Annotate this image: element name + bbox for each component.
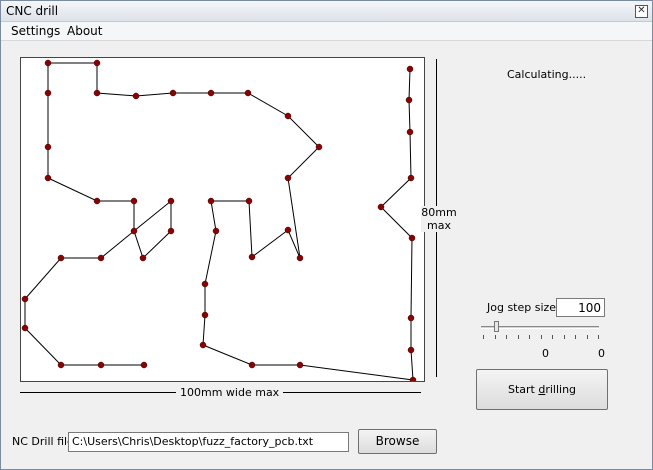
drill-hole [93, 59, 101, 67]
menu-settings[interactable]: Settings [11, 24, 60, 38]
slider-tick [517, 335, 519, 339]
drill-hole [407, 346, 415, 354]
height-label-line2: max [427, 219, 451, 232]
drill-hole [248, 253, 256, 261]
drill-hole [167, 197, 175, 205]
drill-hole [199, 341, 207, 349]
close-button[interactable]: ✕ [635, 5, 648, 18]
drill-hole [167, 227, 175, 235]
drill-hole [44, 89, 52, 97]
drill-preview-canvas[interactable] [20, 57, 425, 382]
close-icon: ✕ [637, 5, 646, 16]
app-window: CNC drill ✕ Settings About Calculating..… [0, 0, 653, 470]
drill-hole [212, 227, 220, 235]
drill-hole [284, 226, 292, 234]
slider-min-label: 0 [542, 347, 549, 360]
drill-hole [130, 197, 138, 205]
drill-hole [97, 361, 105, 369]
drill-hole [207, 197, 215, 205]
jog-step-label: Jog step size [487, 301, 557, 314]
drill-hole [284, 174, 292, 182]
width-dimension-label: 100mm wide max [176, 386, 284, 399]
drill-hole [57, 361, 65, 369]
drill-path-plot [21, 59, 417, 381]
slider-tick [494, 335, 496, 339]
height-dimension-label: 80mm max [421, 206, 457, 232]
slider-tick [598, 335, 599, 339]
drill-hole [248, 361, 256, 369]
drill-hole [284, 112, 292, 120]
drill-hole [405, 96, 413, 104]
height-label-line1: 80mm [421, 206, 457, 219]
drill-hole [21, 324, 29, 332]
drill-hole [44, 174, 52, 182]
slider-tick [563, 335, 565, 339]
drill-hole [97, 254, 105, 262]
drill-hole [21, 295, 29, 303]
drill-hole [169, 89, 177, 97]
drill-hole [207, 89, 215, 97]
slider-max-label: 0 [598, 347, 605, 360]
slider-tick [483, 335, 484, 339]
drill-hole [44, 59, 52, 67]
jog-slider-thumb[interactable] [494, 321, 499, 332]
drill-hole [132, 92, 140, 100]
drill-hole [201, 280, 209, 288]
drill-hole [406, 128, 414, 136]
slider-tick [575, 335, 576, 339]
drill-hole [406, 65, 414, 73]
menu-about[interactable]: About [67, 24, 102, 38]
slider-tick [506, 335, 507, 339]
nc-file-path-input[interactable]: C:\Users\Chris\Desktop\fuzz_factory_pcb.… [68, 432, 349, 452]
drill-hole [57, 254, 65, 262]
status-label: Calculating..... [507, 68, 587, 81]
drill-hole [44, 143, 52, 151]
drill-hole [139, 254, 147, 262]
drill-hole [377, 203, 385, 211]
drill-hole [407, 174, 415, 182]
drill-hole [407, 314, 415, 322]
window-title: CNC drill [6, 4, 59, 18]
start-label-suffix: rilling [545, 383, 577, 396]
browse-button[interactable]: Browse [358, 429, 437, 454]
drill-hole [315, 143, 323, 151]
drill-hole [244, 89, 252, 97]
drill-hole [408, 234, 416, 242]
start-drilling-button[interactable]: Start drilling [476, 369, 608, 410]
slider-tick [586, 335, 588, 339]
drill-path-line [48, 62, 414, 381]
slider-tick [540, 335, 542, 339]
title-bar[interactable]: CNC drill ✕ [1, 1, 652, 22]
slider-tick [529, 335, 530, 339]
drill-holes [21, 59, 417, 381]
drill-hole [93, 89, 101, 97]
start-label-prefix: Start [507, 383, 539, 396]
nc-file-label: NC Drill file [12, 435, 74, 448]
slider-tick [552, 335, 553, 339]
drill-hole [140, 361, 148, 369]
jog-step-input[interactable] [556, 298, 605, 317]
drill-hole [296, 361, 304, 369]
drill-hole [245, 197, 253, 205]
drill-hole [201, 311, 209, 319]
drill-hole [409, 376, 417, 381]
drill-hole [93, 197, 101, 205]
drill-path-line [24, 63, 172, 366]
menu-bar: Settings About [1, 22, 652, 41]
drill-hole [296, 254, 304, 262]
drill-hole [130, 227, 138, 235]
